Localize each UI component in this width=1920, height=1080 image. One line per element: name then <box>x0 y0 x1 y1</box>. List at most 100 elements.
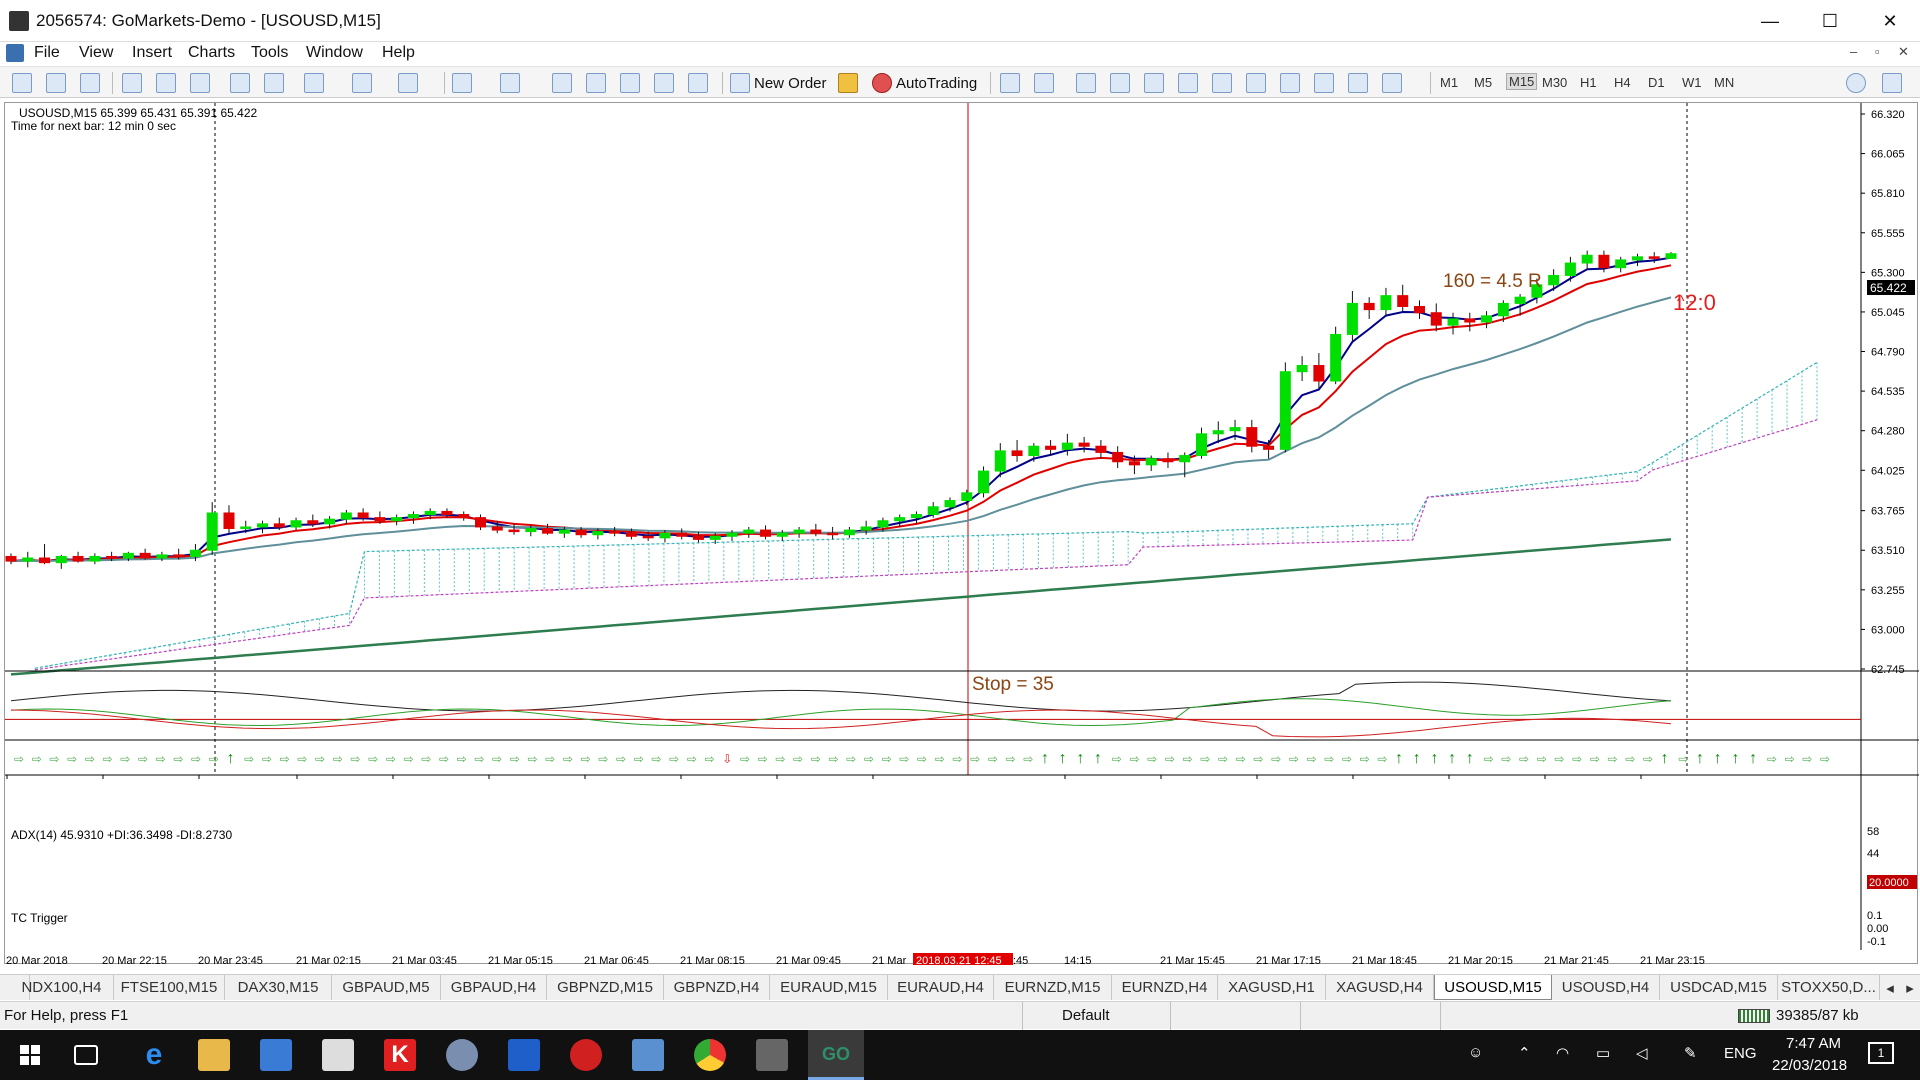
timeframe-m15[interactable]: M15 <box>1506 73 1538 90</box>
chart-window-icon[interactable] <box>6 44 24 62</box>
new-chart-icon[interactable] <box>452 72 472 94</box>
timeframe-d1[interactable]: D1 <box>1648 75 1665 90</box>
periods-icon[interactable] <box>352 72 372 94</box>
tab-usdcad-m15[interactable]: USDCAD,M15 <box>1660 975 1778 1000</box>
chart-canvas[interactable]: ⇨ ⇨ ⇨ ⇨ ⇨ ⇨ ⇨ ⇨ ⇨ ⇨ ⇨ ⇨ ↑ ⇨ ⇨ ⇨ ⇨ ⇨ ⇨ ⇨ ⇨ ⇨ ⇨ ⇨ ⇨ ⇨ ⇨ ⇨ ⇨ ⇨ ⇨ ⇨ ⇨ ⇨ ⇨ ⇨ ⇨ ⇨ ⇨ ⇨… <box>5 103 1919 967</box>
menu-insert[interactable]: Insert <box>132 44 172 62</box>
tab-gbpaud-m5[interactable]: GBPAUD,M5 <box>332 975 441 1000</box>
text-tool-icon[interactable] <box>1246 72 1266 94</box>
chart-shift-icon[interactable] <box>230 72 250 94</box>
minimize-button[interactable]: — <box>1740 0 1800 42</box>
navigator-icon[interactable] <box>620 72 640 94</box>
kaspersky-icon[interactable]: K <box>384 1039 416 1071</box>
gomarkets-mt4-icon[interactable]: GO <box>808 1030 864 1080</box>
timeframe-w1[interactable]: W1 <box>1682 75 1702 90</box>
market-watch-icon[interactable] <box>552 72 572 94</box>
rectangle-tool-icon[interactable] <box>1314 72 1334 94</box>
profiles-icon[interactable] <box>500 72 520 94</box>
tile-windows-icon[interactable] <box>190 72 210 94</box>
timeframe-m1[interactable]: M1 <box>1440 75 1458 90</box>
trendline-icon[interactable] <box>1144 72 1164 94</box>
indicators-icon[interactable] <box>304 72 324 94</box>
timeframe-mn[interactable]: MN <box>1714 75 1734 90</box>
edge-browser-icon[interactable]: e <box>138 1039 170 1071</box>
file-explorer-icon[interactable] <box>198 1039 230 1071</box>
tab-ftse100-m15[interactable]: FTSE100,M15 <box>114 975 225 1000</box>
camera-icon[interactable] <box>756 1039 788 1071</box>
mdi-restore-button[interactable]: ▫ <box>1875 44 1880 59</box>
line-chart-icon[interactable] <box>12 72 32 94</box>
tab-gbpnzd-m15[interactable]: GBPNZD,M15 <box>547 975 664 1000</box>
volume-icon[interactable]: ◁ <box>1636 1044 1648 1062</box>
tabs-scroll-right-icon[interactable]: ▸ <box>1900 975 1920 1000</box>
language-indicator[interactable]: ENG <box>1724 1045 1757 1062</box>
pen-icon[interactable]: ✎ <box>1684 1044 1697 1062</box>
chat-icon[interactable] <box>1882 72 1902 94</box>
tab-stoxx50-d[interactable]: STOXX50,D... <box>1778 975 1880 1000</box>
bar-chart-icon[interactable] <box>46 72 66 94</box>
menu-file[interactable]: File <box>34 44 60 62</box>
candle-chart-icon[interactable] <box>80 72 100 94</box>
wifi-icon[interactable]: ◠ <box>1556 1044 1569 1062</box>
menu-help[interactable]: Help <box>382 44 415 62</box>
autotrading-button[interactable]: AutoTrading <box>872 72 977 94</box>
tab-euraud-m15[interactable]: EURAUD,M15 <box>770 975 888 1000</box>
timeframe-h1[interactable]: H1 <box>1580 75 1597 90</box>
vertical-line-icon[interactable] <box>1076 72 1096 94</box>
tab-eurnzd-h4[interactable]: EURNZD,H4 <box>1112 975 1218 1000</box>
zoom-in-icon[interactable] <box>122 72 142 94</box>
timeframe-m5[interactable]: M5 <box>1474 75 1492 90</box>
tab-gbpaud-h4[interactable]: GBPAUD,H4 <box>441 975 547 1000</box>
tab-ndx100-h4[interactable]: NDX100,H4 <box>10 975 114 1000</box>
timeframe-h4[interactable]: H4 <box>1614 75 1631 90</box>
store-icon[interactable] <box>260 1039 292 1071</box>
menu-charts[interactable]: Charts <box>188 44 235 62</box>
close-button[interactable]: ✕ <box>1860 0 1920 42</box>
crosshair-icon[interactable] <box>1034 72 1054 94</box>
metaeditor-icon[interactable] <box>838 72 858 94</box>
defender-icon[interactable] <box>508 1039 540 1071</box>
new-order-button[interactable]: New Order <box>730 72 827 94</box>
terminal-icon[interactable] <box>654 72 674 94</box>
tray-overflow-icon[interactable]: ⌃ <box>1518 1044 1531 1062</box>
photos-icon[interactable] <box>632 1039 664 1071</box>
mdi-minimize-button[interactable]: – <box>1850 44 1857 59</box>
maximize-button[interactable]: ☐ <box>1800 0 1860 42</box>
snipping-tool-icon[interactable] <box>446 1039 478 1071</box>
tab-gbpnzd-h4[interactable]: GBPNZD,H4 <box>664 975 770 1000</box>
arrows-tool-icon[interactable] <box>1382 72 1402 94</box>
data-window-icon[interactable] <box>586 72 606 94</box>
people-icon[interactable]: ☺ <box>1468 1044 1483 1061</box>
tab-xagusd-h1[interactable]: XAGUSD,H1 <box>1218 975 1326 1000</box>
trading-app-icon[interactable] <box>570 1039 602 1071</box>
battery-icon[interactable]: ▭ <box>1596 1044 1610 1062</box>
timeframe-m30[interactable]: M30 <box>1542 75 1567 90</box>
chart-window[interactable]: ⇨ ⇨ ⇨ ⇨ ⇨ ⇨ ⇨ ⇨ ⇨ ⇨ ⇨ ⇨ ↑ ⇨ ⇨ ⇨ ⇨ ⇨ ⇨ ⇨ ⇨ ⇨ ⇨ ⇨ ⇨ ⇨ ⇨ ⇨ ⇨ ⇨ ⇨ ⇨ ⇨ ⇨ ⇨ ⇨ ⇨ ⇨ ⇨ ⇨… <box>4 102 1919 967</box>
tabs-scroll-left-icon[interactable]: ◂ <box>1880 975 1900 1000</box>
ellipse-tool-icon[interactable] <box>1348 72 1368 94</box>
tab-xagusd-h4[interactable]: XAGUSD,H4 <box>1326 975 1434 1000</box>
search-icon[interactable] <box>1846 72 1866 94</box>
templates-icon[interactable] <box>398 72 418 94</box>
strategy-tester-icon[interactable] <box>688 72 708 94</box>
tab-dax30-m15[interactable]: DAX30,M15 <box>225 975 332 1000</box>
tab-usousd-h4[interactable]: USOUSD,H4 <box>1552 975 1660 1000</box>
calculator-icon[interactable] <box>322 1039 354 1071</box>
menu-tools[interactable]: Tools <box>251 44 288 62</box>
tab-euraud-h4[interactable]: EURAUD,H4 <box>888 975 994 1000</box>
chrome-icon[interactable] <box>694 1039 726 1071</box>
text-label-icon[interactable] <box>1280 72 1300 94</box>
windows-start-icon[interactable] <box>14 1039 46 1071</box>
mdi-close-button[interactable]: ✕ <box>1898 44 1909 60</box>
menu-window[interactable]: Window <box>306 44 363 62</box>
horizontal-line-icon[interactable] <box>1110 72 1130 94</box>
clock-time[interactable]: 7:47 AM <box>1786 1035 1841 1052</box>
notifications-icon[interactable]: 1 <box>1868 1042 1894 1064</box>
equidistant-channel-icon[interactable] <box>1178 72 1198 94</box>
zoom-out-icon[interactable] <box>156 72 176 94</box>
cursor-tool-icon[interactable] <box>1000 72 1020 94</box>
menu-view[interactable]: View <box>79 44 113 62</box>
task-view-icon[interactable] <box>74 1045 98 1065</box>
tab-eurnzd-m15[interactable]: EURNZD,M15 <box>994 975 1112 1000</box>
clock-date[interactable]: 22/03/2018 <box>1772 1057 1847 1074</box>
